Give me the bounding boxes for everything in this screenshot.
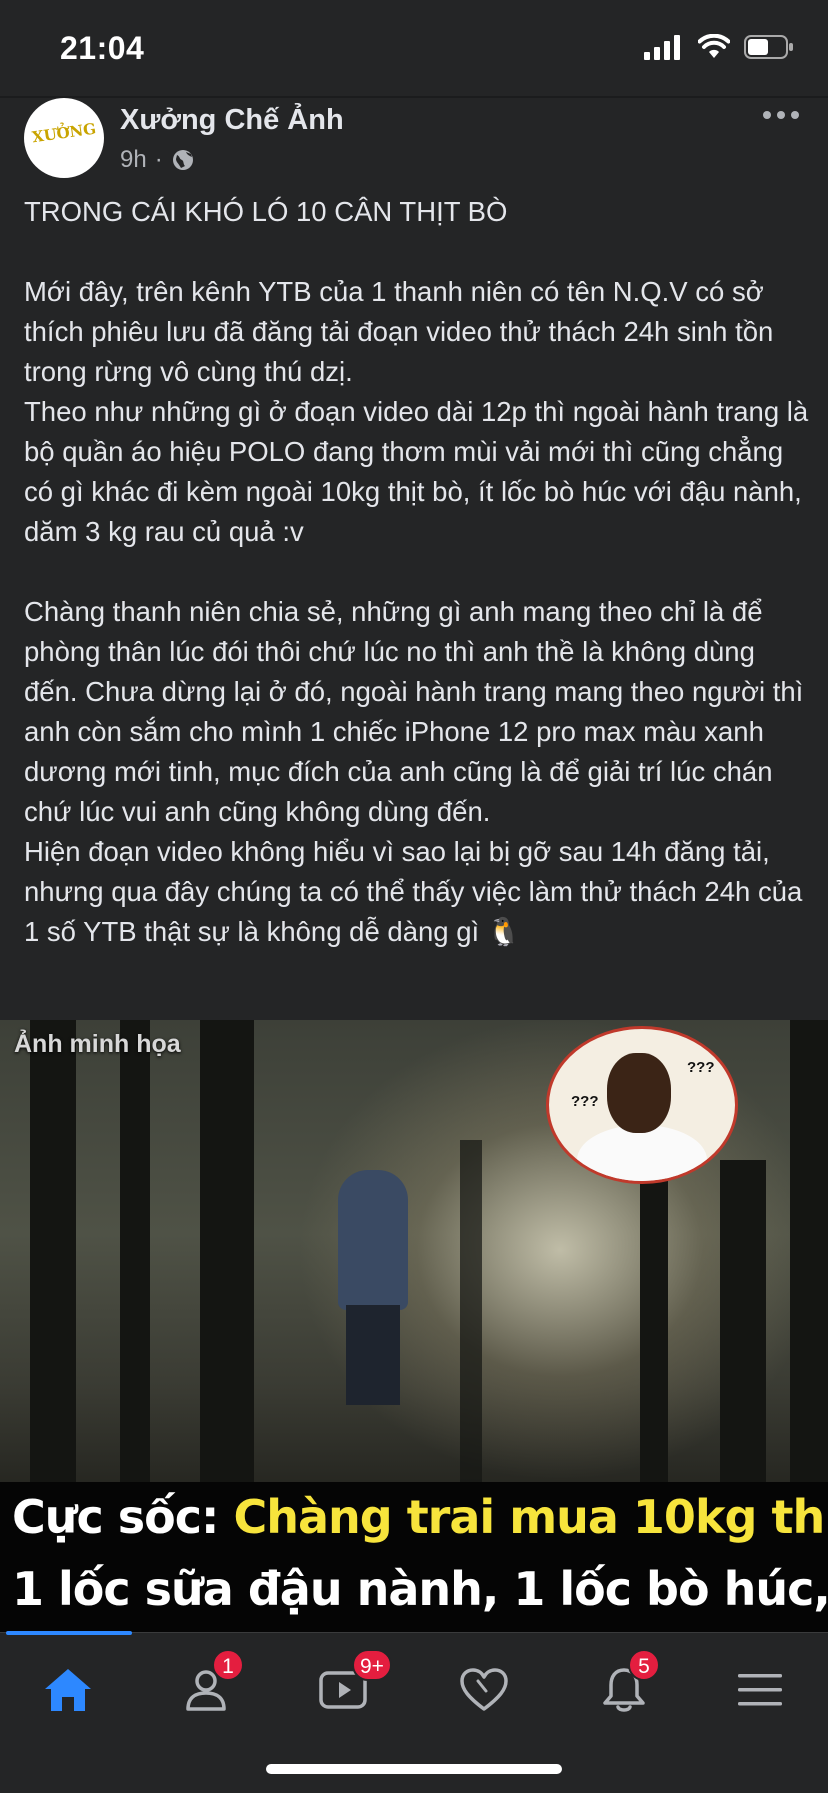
image-caption: Ảnh minh họa [14,1030,181,1058]
post-time[interactable]: 9h [120,146,147,174]
globe-icon [172,150,193,170]
post-meta: 9h · [120,146,195,174]
meme-shirt [577,1125,707,1181]
more-dot-icon [791,111,799,119]
signal-icon [644,35,680,60]
tree-silhouette [460,1140,482,1490]
meme-face-inset: ??? ??? [546,1026,738,1184]
more-options-button[interactable] [756,100,806,130]
hiker-legs [346,1305,400,1405]
wifi-icon [698,34,730,58]
heart-icon [460,1668,508,1711]
headline-highlight: Chàng trai mua 10kg thịt bò, [233,1490,828,1544]
headline-prefix: Cực sốc: [12,1490,234,1544]
headline-line-2: 1 lốc sữa đậu nành, 1 lốc bò húc, 4 kg [12,1562,828,1616]
notifications-badge: 5 [628,1649,660,1681]
author-name[interactable]: Xưởng Chế Ảnh [120,104,344,137]
avatar-logo-text: XƯỞNG [30,119,98,147]
tree-silhouette [720,1160,766,1490]
post-header: XƯỞNG Xưởng Chế Ảnh 9h · [0,98,828,188]
meme-question-marks: ??? [571,1093,599,1110]
friends-badge: 1 [212,1649,244,1681]
home-icon [45,1669,91,1711]
more-dot-icon [763,111,771,119]
tab-dating[interactable] [424,1655,544,1725]
avatar[interactable]: XƯỞNG [24,98,104,178]
battery-icon [744,35,793,59]
tab-notifications[interactable]: 5 [564,1649,684,1725]
post-paragraph: Theo như những gì ở đoạn video dài 12p t… [24,396,809,547]
menu-icon [738,1674,782,1706]
headline-band: Cực sốc: Chàng trai mua 10kg thịt bò, 1 … [0,1482,828,1632]
post-paragraph: Mới đây, trên kênh YTB của 1 thanh niên … [24,276,774,387]
status-bar: 21:04 [0,0,828,96]
post-image[interactable]: Ảnh minh họa ??? ??? Cực sốc: Chàng trai… [0,1020,828,1632]
tab-home[interactable] [8,1655,128,1725]
tab-friends[interactable]: 1 [148,1649,268,1725]
tree-silhouette [790,1020,828,1490]
post-paragraph: Hiện đoạn video không hiểu vì sao lại bị… [24,836,803,947]
meme-question-marks: ??? [687,1059,715,1076]
post-text: TRONG CÁI KHÓ LÓ 10 CÂN THỊT BÒ Mới đây,… [24,192,814,952]
post-paragraph: Chàng thanh niên chia sẻ, những gì anh m… [24,596,804,827]
home-indicator[interactable] [266,1764,562,1774]
meme-face [607,1053,671,1133]
tree-silhouette [640,1170,668,1490]
post-paragraph: TRONG CÁI KHÓ LÓ 10 CÂN THỊT BÒ [24,196,508,227]
watch-badge: 9+ [352,1649,392,1681]
meta-separator: · [154,146,163,173]
tab-menu[interactable] [700,1655,820,1725]
status-time: 21:04 [60,30,145,66]
tree-silhouette [120,1020,150,1490]
tab-watch[interactable]: 9+ [284,1649,404,1725]
headline-line-1: Cực sốc: Chàng trai mua 10kg thịt bò, [12,1490,828,1544]
hiker-figure [338,1170,408,1310]
more-dot-icon [777,111,785,119]
status-icons [644,34,794,60]
active-tab-indicator [6,1631,132,1635]
tree-silhouette [30,1020,76,1490]
tree-silhouette [200,1020,254,1490]
